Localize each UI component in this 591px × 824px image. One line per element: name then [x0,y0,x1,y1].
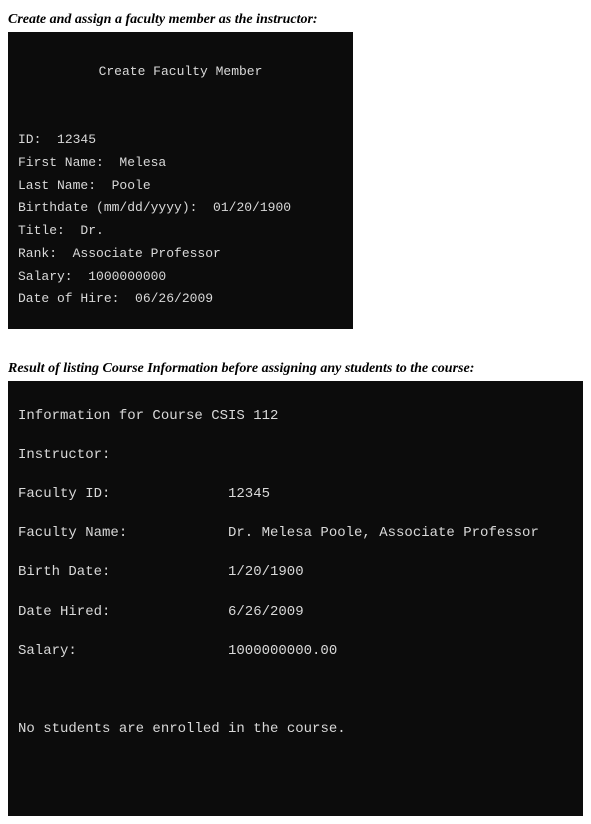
title-label: Title: [18,223,80,238]
terminal-title: Create Faculty Member [18,61,343,84]
terminal-create-faculty: Create Faculty Member ID: 12345 First Na… [8,32,353,329]
id-value: 12345 [57,132,96,147]
faculty-id-label: Faculty ID: [18,485,228,505]
title-value: Dr. [80,223,103,238]
salary-label: Salary: [18,269,88,284]
faculty-id-value: 12345 [228,485,573,505]
first-name-label: First Name: [18,155,119,170]
date-of-hire-label: Date of Hire: [18,291,135,306]
birth-date-value: 1/20/1900 [228,563,573,583]
last-name-label: Last Name: [18,178,112,193]
instructor-label: Instructor: [18,446,573,466]
birthdate-label: Birthdate (mm/dd/yyyy): [18,200,213,215]
birth-date-label: Birth Date: [18,563,228,583]
faculty-name-label: Faculty Name: [18,524,228,544]
last-name-value: Poole [112,178,151,193]
caption-create-faculty: Create and assign a faculty member as th… [8,12,583,28]
caption-course-info: Result of listing Course Information bef… [8,361,583,377]
salary-out-label: Salary: [18,642,228,662]
date-hired-label: Date Hired: [18,603,228,623]
salary-value: 1000000000 [88,269,166,284]
no-students-message: No students are enrolled in the course. [18,720,573,740]
course-header: Information for Course CSIS 112 [18,407,573,427]
first-name-value: Melesa [119,155,166,170]
date-hired-value: 6/26/2009 [228,603,573,623]
id-label: ID: [18,132,57,147]
date-of-hire-value: 06/26/2009 [135,291,213,306]
faculty-name-value: Dr. Melesa Poole, Associate Professor [228,524,573,544]
salary-out-value: 1000000000.00 [228,642,573,662]
birthdate-value: 01/20/1900 [213,200,291,215]
rank-value: Associate Professor [73,246,221,261]
terminal-course-info: Information for Course CSIS 112 Instruct… [8,381,583,816]
rank-label: Rank: [18,246,73,261]
